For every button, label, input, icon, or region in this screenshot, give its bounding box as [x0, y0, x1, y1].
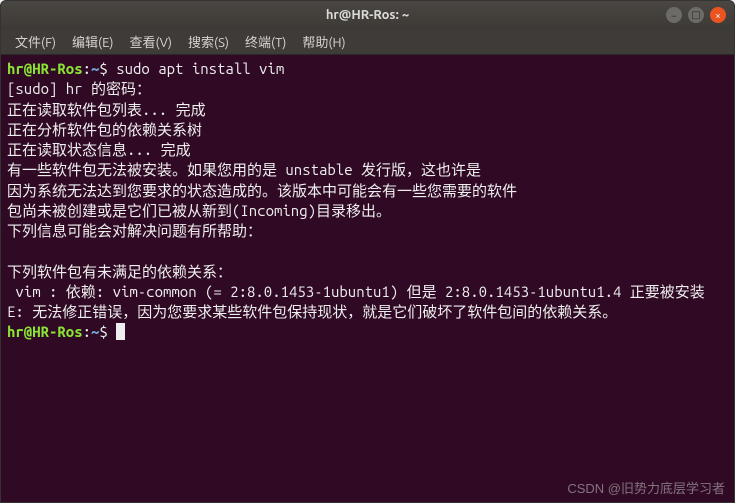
- output-line: 正在分析软件包的依赖关系树: [7, 121, 202, 138]
- menu-edit[interactable]: 编辑(E): [64, 29, 121, 54]
- menu-search[interactable]: 搜索(S): [180, 29, 237, 54]
- prompt-dollar: $: [99, 60, 116, 77]
- menu-file[interactable]: 文件(F): [7, 29, 64, 54]
- output-line: 正在读取软件包列表... 完成: [7, 101, 206, 118]
- prompt-dollar: $: [99, 323, 116, 340]
- terminal-window: hr@HR-Ros: ~ − □ × 文件(F) 编辑(E) 查看(V) 搜索(…: [0, 0, 735, 503]
- output-line: 有一些软件包无法被安装。如果您用的是 unstable 发行版，这也许是: [7, 161, 481, 178]
- minimize-button[interactable]: −: [666, 7, 682, 23]
- watermark: CSDN @旧势力底层学习者: [567, 478, 725, 497]
- menu-help[interactable]: 帮助(H): [294, 29, 353, 54]
- command-1: sudo apt install vim: [116, 60, 284, 77]
- prompt-colon: :: [83, 323, 91, 340]
- output-line: 正在读取状态信息... 完成: [7, 141, 191, 158]
- menubar: 文件(F) 编辑(E) 查看(V) 搜索(S) 终端(T) 帮助(H): [1, 29, 734, 55]
- output-line: vim : 依赖: vim-common (= 2:8.0.1453-1ubun…: [7, 283, 705, 300]
- output-line: E: 无法修正错误，因为您要求某些软件包保持现状，就是它们破坏了软件包间的依赖关…: [7, 303, 617, 320]
- maximize-button[interactable]: □: [688, 7, 704, 23]
- prompt-user-host: hr@HR-Ros: [7, 323, 83, 340]
- output-line: [sudo] hr 的密码：: [7, 80, 151, 97]
- output-line: 下列信息可能会对解决问题有所帮助：: [7, 222, 262, 239]
- window-controls: − □ ×: [666, 7, 726, 23]
- cursor: [116, 323, 125, 340]
- window-title: hr@HR-Ros: ~: [326, 8, 409, 22]
- prompt-user-host: hr@HR-Ros: [7, 60, 83, 77]
- menu-terminal[interactable]: 终端(T): [237, 29, 294, 54]
- titlebar: hr@HR-Ros: ~ − □ ×: [1, 1, 734, 29]
- close-button[interactable]: ×: [710, 7, 726, 23]
- prompt-colon: :: [83, 60, 91, 77]
- output-line: 因为系统无法达到您要求的状态造成的。该版本中可能会有一些您需要的软件: [7, 182, 517, 199]
- menu-view[interactable]: 查看(V): [122, 29, 180, 54]
- output-line: 下列软件包有未满足的依赖关系：: [7, 263, 232, 280]
- output-line: 包尚未被创建或是它们已被从新到(Incoming)目录移出。: [7, 202, 391, 219]
- terminal-body[interactable]: hr@HR-Ros:~$ sudo apt install vim [sudo]…: [1, 55, 734, 347]
